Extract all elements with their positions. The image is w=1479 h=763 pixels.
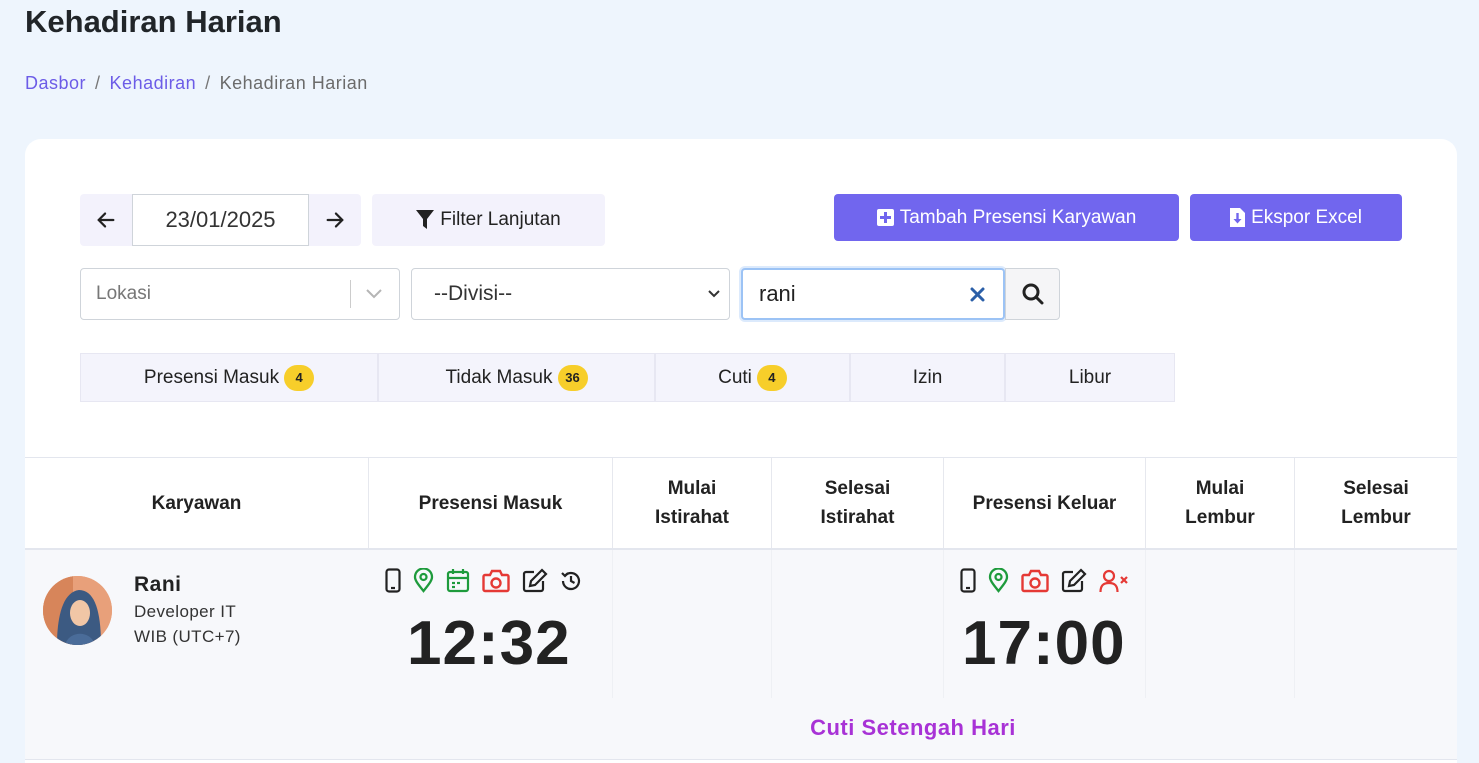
leave-note: Cuti Setengah Hari [810, 715, 1016, 740]
mobile-icon[interactable] [385, 568, 401, 593]
add-attendance-label: Tambah Presensi Karyawan [899, 206, 1137, 228]
camera-icon[interactable] [482, 569, 510, 593]
date-navigator: 23/01/2025 [80, 194, 361, 246]
tab-cuti[interactable]: Cuti 4 [655, 353, 850, 402]
breadcrumb-dasbor[interactable]: Dasbor [25, 73, 86, 93]
check-out-time: 17:00 [962, 609, 1126, 678]
file-download-icon [1230, 208, 1246, 227]
column-header-text: Presensi Keluar [972, 492, 1117, 514]
column-header-text: Istirahat [820, 507, 895, 528]
tab-label: Izin [912, 366, 943, 388]
breadcrumb-separator: / [95, 73, 101, 93]
tab-tidak-masuk[interactable]: Tidak Masuk 36 [378, 353, 655, 402]
page-title: Kehadiran Harian [25, 4, 282, 39]
break-end-cell [772, 550, 944, 698]
count-badge: 36 [557, 364, 588, 391]
mobile-icon[interactable] [960, 568, 976, 593]
add-attendance-button[interactable]: Tambah Presensi Karyawan [834, 194, 1179, 241]
overtime-start-cell [1146, 550, 1295, 698]
date-input[interactable]: 23/01/2025 [132, 194, 309, 246]
arrow-right-icon [326, 212, 344, 228]
search-icon [1022, 283, 1043, 305]
search-button[interactable] [1005, 268, 1060, 320]
column-header-presensi-keluar: Presensi Keluar [944, 458, 1146, 548]
column-header-text: Istirahat [655, 507, 729, 528]
arrow-left-icon [97, 212, 115, 228]
search-input[interactable]: rani [741, 268, 1005, 320]
breadcrumb-separator: / [205, 73, 211, 93]
tab-presensi-masuk[interactable]: Presensi Masuk 4 [80, 353, 378, 402]
chevron-down-icon [708, 290, 720, 298]
column-header-text: Karyawan [151, 492, 242, 514]
clear-icon[interactable] [970, 287, 985, 302]
main-card: 23/01/2025 Filter Lanjutan Tambah Presen… [25, 139, 1457, 763]
chevron-down-icon [366, 289, 382, 299]
avatar-image [43, 576, 112, 645]
division-value: --Divisi-- [434, 282, 513, 305]
breadcrumb-current: Kehadiran Harian [219, 73, 368, 93]
tab-label: Presensi Masuk [143, 366, 280, 388]
search-value: rani [759, 281, 796, 306]
column-header-text: Mulai [667, 478, 717, 499]
edit-icon[interactable] [522, 568, 548, 593]
employee-cell: Rani Developer IT WIB (UTC+7) [25, 550, 369, 758]
filter-icon [416, 210, 435, 229]
break-start-cell [613, 550, 772, 698]
employee-role: Developer IT [134, 602, 237, 621]
column-header-text: Lembur [1185, 507, 1255, 528]
breadcrumb: Dasbor / Kehadiran / Kehadiran Harian [25, 73, 368, 94]
check-out-cell: 17:00 [944, 550, 1146, 698]
employee-timezone: WIB (UTC+7) [134, 627, 241, 646]
breadcrumb-kehadiran[interactable]: Kehadiran [110, 73, 197, 93]
plus-square-icon [876, 209, 894, 226]
check-in-time: 12:32 [407, 609, 571, 678]
column-header-mulai-istirahat: Mulai Istirahat [613, 458, 772, 548]
tab-label: Libur [1068, 366, 1112, 388]
camera-icon[interactable] [1021, 569, 1049, 593]
column-header-presensi-masuk: Presensi Masuk [369, 458, 613, 548]
location-pin-icon[interactable] [413, 568, 434, 593]
column-header-selesai-istirahat: Selesai Istirahat [772, 458, 944, 548]
column-header-text: Mulai [1195, 478, 1245, 499]
history-icon[interactable] [560, 570, 582, 592]
division-select[interactable]: --Divisi-- [411, 268, 730, 320]
avatar[interactable] [43, 576, 112, 645]
calendar-icon[interactable] [446, 568, 470, 593]
tab-izin[interactable]: Izin [850, 353, 1005, 402]
user-remove-icon[interactable] [1099, 569, 1129, 593]
tab-label: Tidak Masuk [445, 366, 553, 388]
overtime-end-cell [1295, 550, 1457, 698]
column-header-text: Lembur [1341, 507, 1411, 528]
count-badge: 4 [756, 364, 787, 391]
check-in-icons [385, 568, 582, 593]
status-tabs: Presensi Masuk 4 Tidak Masuk 36 Cuti 4 I… [80, 353, 1175, 402]
tab-libur[interactable]: Libur [1005, 353, 1175, 402]
location-select[interactable]: Lokasi [80, 268, 400, 320]
table-row: Rani Developer IT WIB (UTC+7) 12:32 17:0… [25, 550, 1457, 760]
select-divider [350, 280, 351, 308]
table-header: Karyawan Presensi Masuk Mulai Istirahat S… [25, 457, 1457, 550]
count-badge: 4 [284, 364, 315, 391]
next-date-button[interactable] [309, 194, 361, 246]
advanced-filter-button[interactable]: Filter Lanjutan [372, 194, 605, 246]
prev-date-button[interactable] [80, 194, 132, 246]
employee-name[interactable]: Rani [134, 573, 182, 597]
column-header-mulai-lembur: Mulai Lembur [1146, 458, 1295, 548]
check-in-cell: 12:32 [369, 550, 613, 698]
column-header-selesai-lembur: Selesai Lembur [1295, 458, 1457, 548]
tab-label: Cuti [718, 366, 752, 388]
column-header-karyawan: Karyawan [25, 458, 369, 548]
location-placeholder: Lokasi [96, 283, 151, 304]
edit-icon[interactable] [1061, 568, 1087, 593]
column-header-text: Selesai [824, 478, 891, 499]
export-excel-label: Ekspor Excel [1251, 206, 1362, 228]
column-header-text: Presensi Masuk [418, 492, 563, 514]
location-pin-icon[interactable] [988, 568, 1009, 593]
export-excel-button[interactable]: Ekspor Excel [1190, 194, 1402, 241]
check-out-icons [960, 568, 1129, 593]
column-header-text: Selesai [1343, 478, 1409, 499]
advanced-filter-label: Filter Lanjutan [440, 209, 561, 230]
